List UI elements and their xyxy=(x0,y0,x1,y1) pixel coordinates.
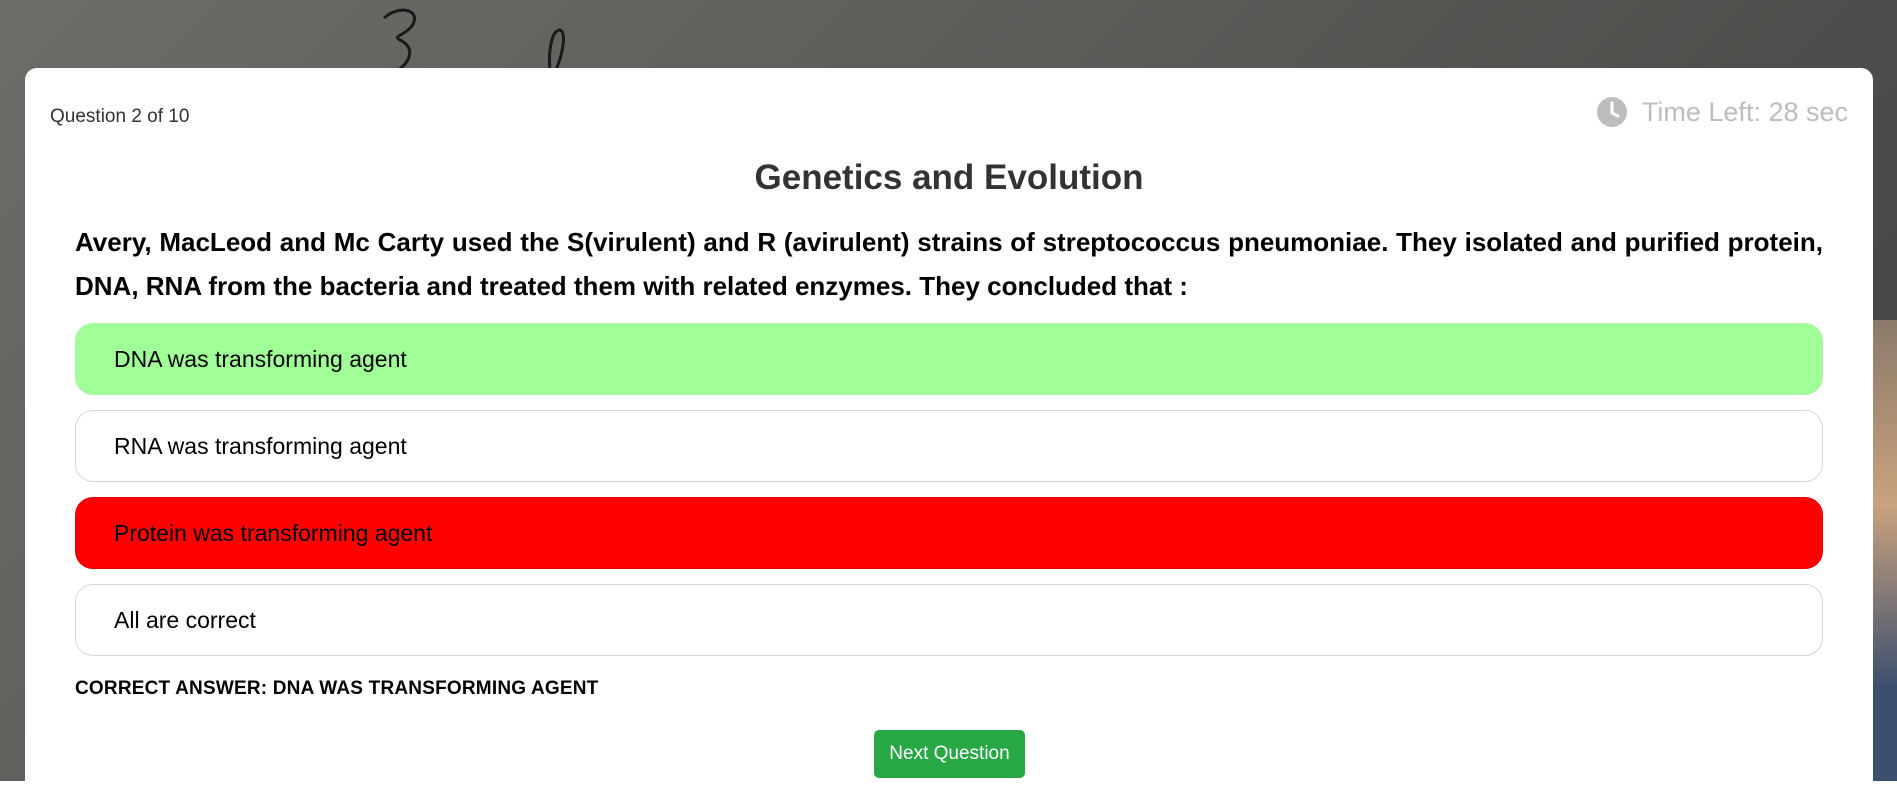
option-3[interactable]: Protein was transforming agent xyxy=(75,497,1823,569)
option-label: RNA was transforming agent xyxy=(114,432,407,459)
question-text: Avery, MacLeod and Mc Carty used the S(v… xyxy=(75,227,1823,301)
handwriting-scribble xyxy=(383,8,565,70)
quiz-title: Genetics and Evolution xyxy=(754,158,1144,197)
next-question-button[interactable]: Next Question xyxy=(874,730,1025,778)
correct-answer-text: CORRECT ANSWER: DNA WAS TRANSFORMING AGE… xyxy=(75,678,599,699)
question-counter: Question 2 of 10 xyxy=(50,106,190,127)
option-1[interactable]: DNA was transforming agent xyxy=(75,323,1823,395)
quiz-card: Question 2 of 10 Time Left: 28 sec Genet… xyxy=(25,68,1873,808)
option-label: DNA was transforming agent xyxy=(114,345,407,372)
timer-text: Time Left: 28 sec xyxy=(1641,96,1848,127)
clock-icon xyxy=(1596,97,1627,127)
option-label: Protein was transforming agent xyxy=(114,519,433,546)
timer: Time Left: 28 sec xyxy=(1596,96,1848,128)
answer-options: DNA was transforming agent RNA was trans… xyxy=(75,323,1823,671)
option-4[interactable]: All are correct xyxy=(75,584,1823,656)
option-2[interactable]: RNA was transforming agent xyxy=(75,410,1823,482)
option-label: All are correct xyxy=(114,606,256,633)
